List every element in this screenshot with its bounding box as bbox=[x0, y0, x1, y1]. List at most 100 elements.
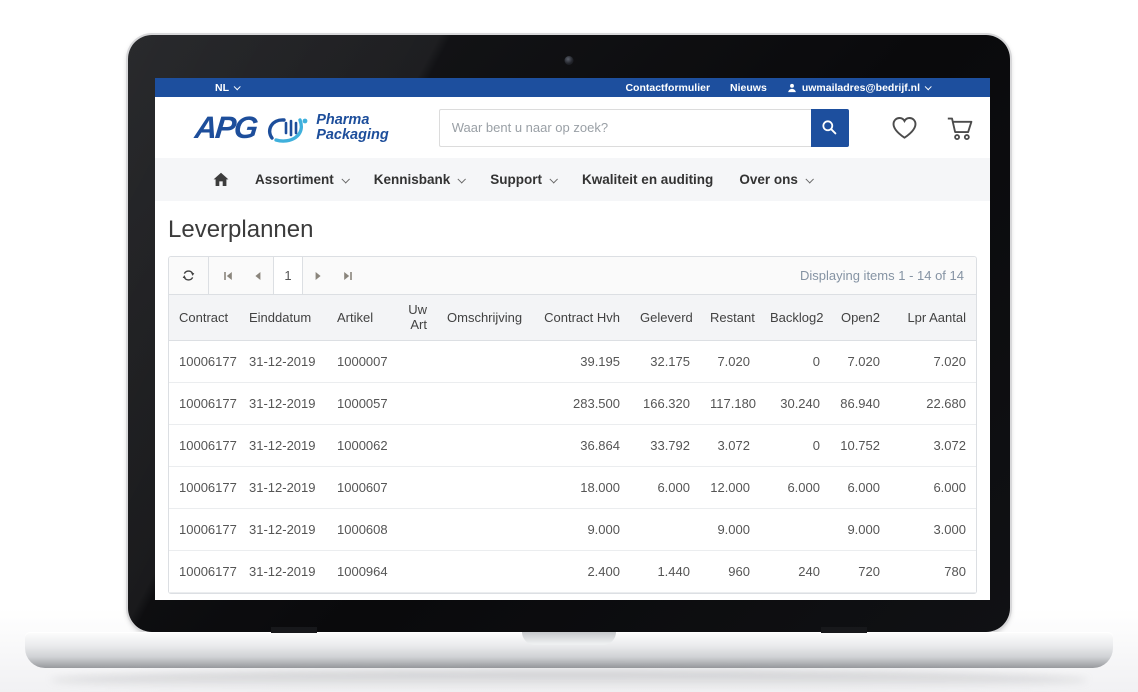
cell-backlog2: 6.000 bbox=[760, 466, 830, 508]
current-page-button[interactable]: 1 bbox=[273, 257, 303, 294]
column-header-uw-art[interactable]: Uw Art bbox=[387, 295, 437, 340]
hinge-left bbox=[271, 627, 317, 633]
refresh-button[interactable] bbox=[169, 257, 209, 294]
cell-open2: 9.000 bbox=[830, 508, 890, 550]
chevron-down-icon bbox=[458, 175, 466, 183]
first-page-button[interactable] bbox=[213, 257, 243, 294]
nav-item-label: Over ons bbox=[739, 172, 798, 187]
home-icon bbox=[213, 172, 229, 187]
last-page-button[interactable] bbox=[333, 257, 363, 294]
first-page-icon bbox=[222, 270, 234, 282]
chevron-down-icon bbox=[925, 83, 932, 90]
cell-omschrijving bbox=[437, 508, 527, 550]
logo-brand-text: APG bbox=[193, 110, 258, 146]
cell-geleverd: 32.175 bbox=[630, 340, 700, 382]
cell-artikel: 1000964 bbox=[327, 550, 387, 592]
cell-lpr-aantal: 780 bbox=[890, 550, 976, 592]
nav-item-kwaliteit-en-auditing[interactable]: Kwaliteit en auditing bbox=[582, 172, 713, 187]
cell-artikel: 1000608 bbox=[327, 508, 387, 550]
column-header-contract[interactable]: Contract bbox=[169, 295, 239, 340]
nav-item-label: Kwaliteit en auditing bbox=[582, 172, 713, 187]
table-body: 1000617731-12-2019100000739.19532.1757.0… bbox=[169, 340, 976, 592]
table-row[interactable]: 1000617731-12-20191000057283.500166.3201… bbox=[169, 382, 976, 424]
column-header-lpr-aantal[interactable]: Lpr Aantal bbox=[890, 295, 976, 340]
nav-item-kennisbank[interactable]: Kennisbank bbox=[374, 172, 465, 187]
nav-home[interactable] bbox=[213, 172, 229, 187]
shopping-cart-icon bbox=[946, 115, 974, 141]
wishlist-button[interactable] bbox=[891, 115, 918, 140]
cell-open2: 7.020 bbox=[830, 340, 890, 382]
cell-backlog2: 30.240 bbox=[760, 382, 830, 424]
column-header-open2[interactable]: Open2 bbox=[830, 295, 890, 340]
laptop-screen-frame: NL Contactformulier Nieuws uwmailadres@b… bbox=[128, 35, 1010, 632]
nav-item-label: Assortiment bbox=[255, 172, 334, 187]
cell-einddatum: 31-12-2019 bbox=[239, 340, 327, 382]
main-navigation: Assortiment Kennisbank Support Kwaliteit… bbox=[155, 158, 990, 201]
cell-omschrijving bbox=[437, 550, 527, 592]
cell-einddatum: 31-12-2019 bbox=[239, 382, 327, 424]
cell-omschrijving bbox=[437, 340, 527, 382]
company-logo[interactable]: APG Pharma Packaging bbox=[195, 110, 389, 146]
language-selector[interactable]: NL bbox=[215, 82, 239, 94]
account-menu[interactable]: uwmailadres@bedrijf.nl bbox=[787, 82, 930, 94]
webcam-dot bbox=[565, 56, 574, 65]
table-row[interactable]: 1000617731-12-2019100006236.86433.7923.0… bbox=[169, 424, 976, 466]
cell-geleverd: 6.000 bbox=[630, 466, 700, 508]
column-header-einddatum[interactable]: Einddatum bbox=[239, 295, 327, 340]
column-header-restant[interactable]: Restant bbox=[700, 295, 760, 340]
cell-artikel: 1000062 bbox=[327, 424, 387, 466]
link-nieuws[interactable]: Nieuws bbox=[730, 82, 767, 94]
cell-contract-hvh: 39.195 bbox=[527, 340, 630, 382]
cell-einddatum: 31-12-2019 bbox=[239, 424, 327, 466]
cell-lpr-aantal: 3.000 bbox=[890, 508, 976, 550]
cell-contract-hvh: 18.000 bbox=[527, 466, 630, 508]
link-contactformulier[interactable]: Contactformulier bbox=[625, 82, 710, 94]
cell-contract: 10006177 bbox=[169, 424, 239, 466]
cell-backlog2 bbox=[760, 508, 830, 550]
column-header-backlog2[interactable]: Backlog2 bbox=[760, 295, 830, 340]
cell-geleverd bbox=[630, 508, 700, 550]
cell-open2: 6.000 bbox=[830, 466, 890, 508]
cell-backlog2: 240 bbox=[760, 550, 830, 592]
table-row[interactable]: 1000617731-12-201910009642.4001.44096024… bbox=[169, 550, 976, 592]
logo-tagline-line2: Packaging bbox=[316, 128, 389, 143]
table-row[interactable]: 1000617731-12-2019100000739.19532.1757.0… bbox=[169, 340, 976, 382]
column-header-geleverd[interactable]: Geleverd bbox=[630, 295, 700, 340]
hinge-right bbox=[821, 627, 867, 633]
cell-omschrijving bbox=[437, 382, 527, 424]
next-page-button[interactable] bbox=[303, 257, 333, 294]
table-row[interactable]: 1000617731-12-2019100060718.0006.00012.0… bbox=[169, 466, 976, 508]
cell-geleverd: 1.440 bbox=[630, 550, 700, 592]
cart-button[interactable] bbox=[946, 115, 974, 141]
cell-contract-hvh: 36.864 bbox=[527, 424, 630, 466]
cell-einddatum: 31-12-2019 bbox=[239, 550, 327, 592]
cell-uw-art bbox=[387, 382, 437, 424]
cell-artikel: 1000607 bbox=[327, 466, 387, 508]
cell-lpr-aantal: 22.680 bbox=[890, 382, 976, 424]
cell-uw-art bbox=[387, 508, 437, 550]
previous-page-button[interactable] bbox=[243, 257, 273, 294]
table-header-row: ContractEinddatumArtikelUw ArtOmschrijvi… bbox=[169, 295, 976, 340]
laptop-reflection bbox=[50, 670, 1088, 690]
cell-uw-art bbox=[387, 340, 437, 382]
nav-item-over-ons[interactable]: Over ons bbox=[739, 172, 812, 187]
user-icon bbox=[787, 83, 797, 93]
cell-contract: 10006177 bbox=[169, 550, 239, 592]
next-page-icon bbox=[312, 270, 324, 282]
cell-contract: 10006177 bbox=[169, 508, 239, 550]
nav-item-support[interactable]: Support bbox=[490, 172, 556, 187]
cell-artikel: 1000057 bbox=[327, 382, 387, 424]
search-input[interactable] bbox=[439, 109, 811, 147]
cell-contract: 10006177 bbox=[169, 340, 239, 382]
chevron-down-icon bbox=[341, 175, 349, 183]
cell-contract-hvh: 283.500 bbox=[527, 382, 630, 424]
column-header-artikel[interactable]: Artikel bbox=[327, 295, 387, 340]
column-header-omschrijving[interactable]: Omschrijving bbox=[437, 295, 527, 340]
heart-icon bbox=[891, 115, 918, 140]
table-row[interactable]: 1000617731-12-201910006089.0009.0009.000… bbox=[169, 508, 976, 550]
cell-lpr-aantal: 6.000 bbox=[890, 466, 976, 508]
search-button[interactable] bbox=[811, 109, 849, 147]
column-header-contract-hvh[interactable]: Contract Hvh bbox=[527, 295, 630, 340]
cell-backlog2: 0 bbox=[760, 340, 830, 382]
nav-item-assortiment[interactable]: Assortiment bbox=[255, 172, 348, 187]
